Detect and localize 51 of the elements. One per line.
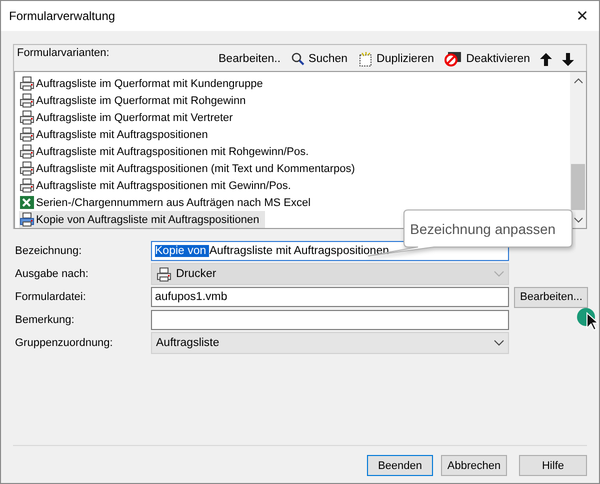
arrow-down-icon bbox=[562, 52, 574, 66]
chevron-down-icon bbox=[494, 271, 504, 277]
list-item[interactable]: Auftragsliste mit Auftragspositionen mit Gewinn/Pos. bbox=[19, 177, 297, 194]
printer-icon bbox=[19, 144, 35, 159]
dropdown[interactable]: Auftragsliste bbox=[151, 332, 509, 354]
input-field[interactable] bbox=[151, 310, 509, 330]
field-label: Gruppenzuordnung: bbox=[15, 337, 114, 349]
printer-icon bbox=[19, 161, 35, 176]
spreadsheet-icon bbox=[19, 195, 35, 210]
close-button[interactable]: ✕ bbox=[576, 7, 589, 25]
printer-icon bbox=[156, 266, 172, 282]
group-label: Formularvarianten: bbox=[16, 46, 110, 59]
search-icon bbox=[290, 52, 305, 66]
input-field[interactable]: aufupos1.vmb bbox=[151, 287, 509, 307]
up-toolbar-button[interactable] bbox=[540, 52, 552, 66]
field-label: Ausgabe nach: bbox=[15, 268, 90, 280]
edit-button[interactable]: Bearbeiten... bbox=[514, 286, 588, 308]
dialog-button[interactable]: Hilfe bbox=[519, 455, 587, 476]
dialog-button[interactable]: Abbrechen bbox=[441, 455, 507, 476]
arrow-up-icon bbox=[540, 52, 552, 66]
list-item[interactable]: Auftragsliste mit Auftragspositionen mit Rohgewinn/Pos. bbox=[19, 143, 315, 160]
scrollbar[interactable] bbox=[570, 72, 586, 228]
printer-icon bbox=[19, 178, 35, 193]
field-label: Bemerkung: bbox=[15, 314, 76, 326]
list-item[interactable]: Auftragsliste im Querformat mit Rohgewinn bbox=[19, 92, 252, 109]
down-toolbar-button[interactable] bbox=[562, 52, 574, 66]
cursor-icon bbox=[586, 312, 598, 331]
edit-toolbar-button[interactable]: Bearbeiten.. bbox=[218, 53, 281, 65]
dialog-button[interactable]: Beenden bbox=[367, 455, 433, 476]
scroll-down-icon[interactable] bbox=[574, 216, 582, 222]
chevron-down-icon bbox=[494, 340, 504, 346]
document-icon bbox=[358, 52, 373, 66]
window-title: Formularverwaltung bbox=[9, 9, 116, 23]
field-label: Formulardatei: bbox=[15, 291, 87, 303]
deactivate-toolbar-button[interactable]: Deaktivieren bbox=[444, 51, 530, 67]
list-item[interactable]: Serien-/Chargennummern aus Aufträgen nach MS Excel bbox=[19, 194, 317, 211]
printer-icon bbox=[19, 127, 35, 142]
list-item[interactable]: Auftragsliste mit Auftragspositionen bbox=[19, 126, 214, 143]
printer-icon bbox=[19, 76, 35, 91]
scroll-up-icon[interactable] bbox=[574, 78, 582, 84]
field-label: Bezeichnung: bbox=[15, 245, 83, 257]
list-item[interactable]: Kopie von Auftragsliste mit Auftragspositionen bbox=[19, 211, 266, 228]
list-item[interactable]: Auftragsliste im Querformat mit Kundengruppe bbox=[19, 75, 269, 92]
callout-text: Bezeichnung anpassen bbox=[410, 221, 556, 237]
printer-icon bbox=[19, 93, 35, 108]
list-item[interactable]: Auftragsliste mit Auftragspositionen (mit Text und Kommentarpos) bbox=[19, 160, 361, 177]
list-item[interactable]: Auftragsliste im Querformat mit Vertreter bbox=[19, 109, 239, 126]
search-toolbar-button[interactable]: Suchen bbox=[290, 52, 348, 66]
printer-icon bbox=[19, 110, 35, 125]
duplicate-toolbar-button[interactable]: Duplizieren bbox=[358, 52, 434, 66]
prohibited-icon bbox=[444, 51, 462, 67]
